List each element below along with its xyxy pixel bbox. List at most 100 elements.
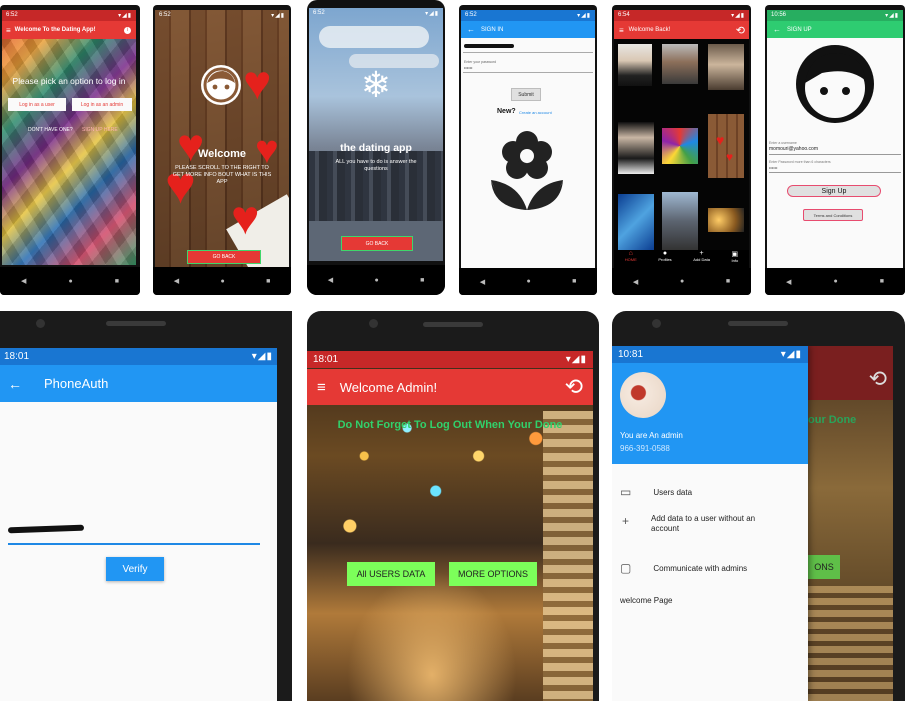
- profile-photo[interactable]: [618, 44, 652, 86]
- avatar[interactable]: [620, 372, 666, 418]
- logout-reminder: Do Not Forget To Log Out When Your Done: [337, 419, 563, 431]
- recents-icon[interactable]: ■: [115, 278, 119, 285]
- status-time: 6:52: [313, 10, 325, 16]
- phone-input-underline[interactable]: [8, 543, 260, 545]
- signup-link[interactable]: SIGN UP HERE: [82, 127, 118, 133]
- calendar-icon: ▭: [620, 485, 632, 499]
- home-icon[interactable]: ●: [220, 278, 224, 285]
- menu-icon[interactable]: ≡: [619, 26, 624, 35]
- nav-profiles[interactable]: ● Profiles: [658, 250, 671, 268]
- phone-screen: 6:52 ▾◢▮ ♥ ♥ ♥ ♥ ♥ Welcome PLEASE SCROLL …: [155, 10, 289, 267]
- app-bar: ← SIGN IN: [461, 21, 595, 38]
- recents-icon[interactable]: ■: [572, 278, 576, 285]
- menu-icon[interactable]: ≡: [317, 379, 326, 396]
- mosaic-overlay: [2, 10, 136, 265]
- recents-icon[interactable]: ■: [726, 278, 730, 285]
- screen-rotation-icon: ⟲: [868, 366, 887, 391]
- screen-rotation-icon[interactable]: ⟲: [565, 374, 583, 400]
- login-admin-button[interactable]: Log in as an admin: [72, 98, 132, 111]
- app-bar: ← PhoneAuth: [0, 365, 277, 402]
- home-icon[interactable]: ●: [833, 278, 837, 285]
- phone-screen: 6:52 ▾◢▮ ❄ the dating app ALL you have to…: [309, 8, 443, 261]
- password-field[interactable]: ••••••: [464, 65, 472, 70]
- login-prompt: Please pick an option to log in: [12, 76, 126, 86]
- status-bar: 18:01 ▾◢▮: [0, 348, 277, 365]
- new-label: New?: [497, 108, 516, 115]
- home-icon[interactable]: ●: [374, 277, 378, 284]
- back-icon[interactable]: ◀: [328, 276, 333, 284]
- status-time: 6:54: [618, 12, 630, 18]
- screen-rotation-icon[interactable]: ⟲: [736, 24, 745, 37]
- status-time: 18:01: [4, 351, 30, 362]
- status-time: 6:52: [6, 12, 18, 18]
- peek-banner: our Done: [808, 414, 857, 426]
- nav-add-data[interactable]: + Add Data: [693, 250, 710, 268]
- email-field[interactable]: momouri@yahoo.com: [769, 146, 818, 152]
- profile-photo[interactable]: [708, 44, 744, 90]
- password-label: Enter Password more than 6 characters: [769, 160, 831, 164]
- home-icon[interactable]: ●: [526, 278, 530, 285]
- back-icon[interactable]: ◀: [633, 278, 638, 286]
- camera: [369, 319, 378, 328]
- drawer-header: 10:81 ▾◢▮ You are An admin 966-391-0588: [612, 346, 808, 464]
- dont-have-label: DON'T HAVE ONE?: [28, 127, 73, 133]
- go-back-button[interactable]: GO BACK: [341, 236, 413, 251]
- profile-photo[interactable]: ♥ ♥: [708, 114, 744, 178]
- email-underline: [463, 52, 593, 53]
- back-arrow-icon[interactable]: ←: [8, 376, 22, 392]
- recents-icon[interactable]: ■: [266, 278, 270, 285]
- recents-icon[interactable]: ■: [420, 277, 424, 284]
- terms-button[interactable]: Terms and Conditions: [803, 209, 863, 221]
- profile-photo[interactable]: [662, 128, 698, 164]
- email-underline: [769, 154, 901, 155]
- app-title: SIGN IN: [481, 26, 504, 33]
- status-bar: 6:52 ▾◢▮: [2, 10, 136, 21]
- profile-photo[interactable]: [662, 44, 698, 84]
- login-user-button[interactable]: Log in as a user: [8, 98, 66, 111]
- back-icon[interactable]: ◀: [21, 277, 26, 285]
- app-bar: ← SIGN UP: [767, 21, 903, 38]
- create-account-link[interactable]: Create an account: [519, 110, 552, 115]
- home-icon[interactable]: ●: [680, 278, 684, 285]
- nav-home[interactable]: ⌂ HOME: [625, 250, 637, 268]
- recents-icon[interactable]: ■: [880, 278, 884, 285]
- back-arrow-icon[interactable]: ←: [773, 25, 781, 34]
- profile-photo[interactable]: [618, 194, 654, 250]
- back-icon[interactable]: ◀: [480, 278, 485, 286]
- intro-title: the dating app: [340, 142, 412, 154]
- phone-screen: 6:52 ▾◢▮ ← SIGN IN Enter your password ••…: [461, 10, 595, 268]
- earpiece: [728, 321, 788, 326]
- status-time: 6:52: [465, 12, 477, 18]
- drawer-footer-label[interactable]: welcome Page: [620, 596, 672, 605]
- drawer-item-add-data[interactable]: + Add data to a user without an account: [612, 514, 808, 542]
- drawer-item-users-data[interactable]: ▭ Users data: [612, 482, 808, 502]
- screenshot-welcome-back-gallery: 6:54 ▾◢▮ ≡ Welcome Back! ⟲ ♥ ♥ ⌂ HOME ● Prof…: [612, 5, 751, 295]
- status-bar: 6:54 ▾◢▮: [614, 10, 749, 21]
- drawer-item-communicate[interactable]: ▢ Communicate with admins: [612, 558, 808, 578]
- phone-screen: 18:01 ▾◢▮ ← PhoneAuth Verify: [0, 348, 277, 701]
- home-icon[interactable]: ●: [68, 278, 72, 285]
- profile-photo[interactable]: [618, 122, 654, 174]
- profile-photo[interactable]: [662, 192, 698, 250]
- face-icon: [796, 45, 874, 123]
- more-options-button[interactable]: MORE OPTIONS: [449, 562, 537, 586]
- verify-button[interactable]: Verify: [106, 557, 164, 581]
- profile-photo[interactable]: [708, 208, 744, 232]
- app-bar: ≡ Welcome To the Dating App! i: [2, 21, 136, 39]
- drawer-item-label: Communicate with admins: [653, 563, 748, 573]
- street-light-right: [543, 411, 593, 701]
- nav-info[interactable]: ▣ Info: [732, 250, 739, 268]
- snowflake-icon: ❄: [360, 64, 392, 105]
- password-field[interactable]: ••••••: [769, 165, 777, 170]
- info-icon[interactable]: i: [124, 26, 131, 34]
- menu-icon[interactable]: ≡: [6, 26, 11, 35]
- submit-button[interactable]: Submit: [511, 88, 541, 101]
- password-underline: [463, 72, 593, 73]
- sign-up-button[interactable]: Sign Up: [787, 185, 881, 197]
- back-arrow-icon[interactable]: ←: [467, 25, 475, 34]
- back-icon[interactable]: ◀: [174, 277, 179, 285]
- back-icon[interactable]: ◀: [786, 278, 791, 286]
- go-back-button[interactable]: GO BACK: [187, 250, 261, 264]
- drawer-item-label: Users data: [653, 487, 693, 497]
- all-users-data-button[interactable]: All USERS DATA: [347, 562, 435, 586]
